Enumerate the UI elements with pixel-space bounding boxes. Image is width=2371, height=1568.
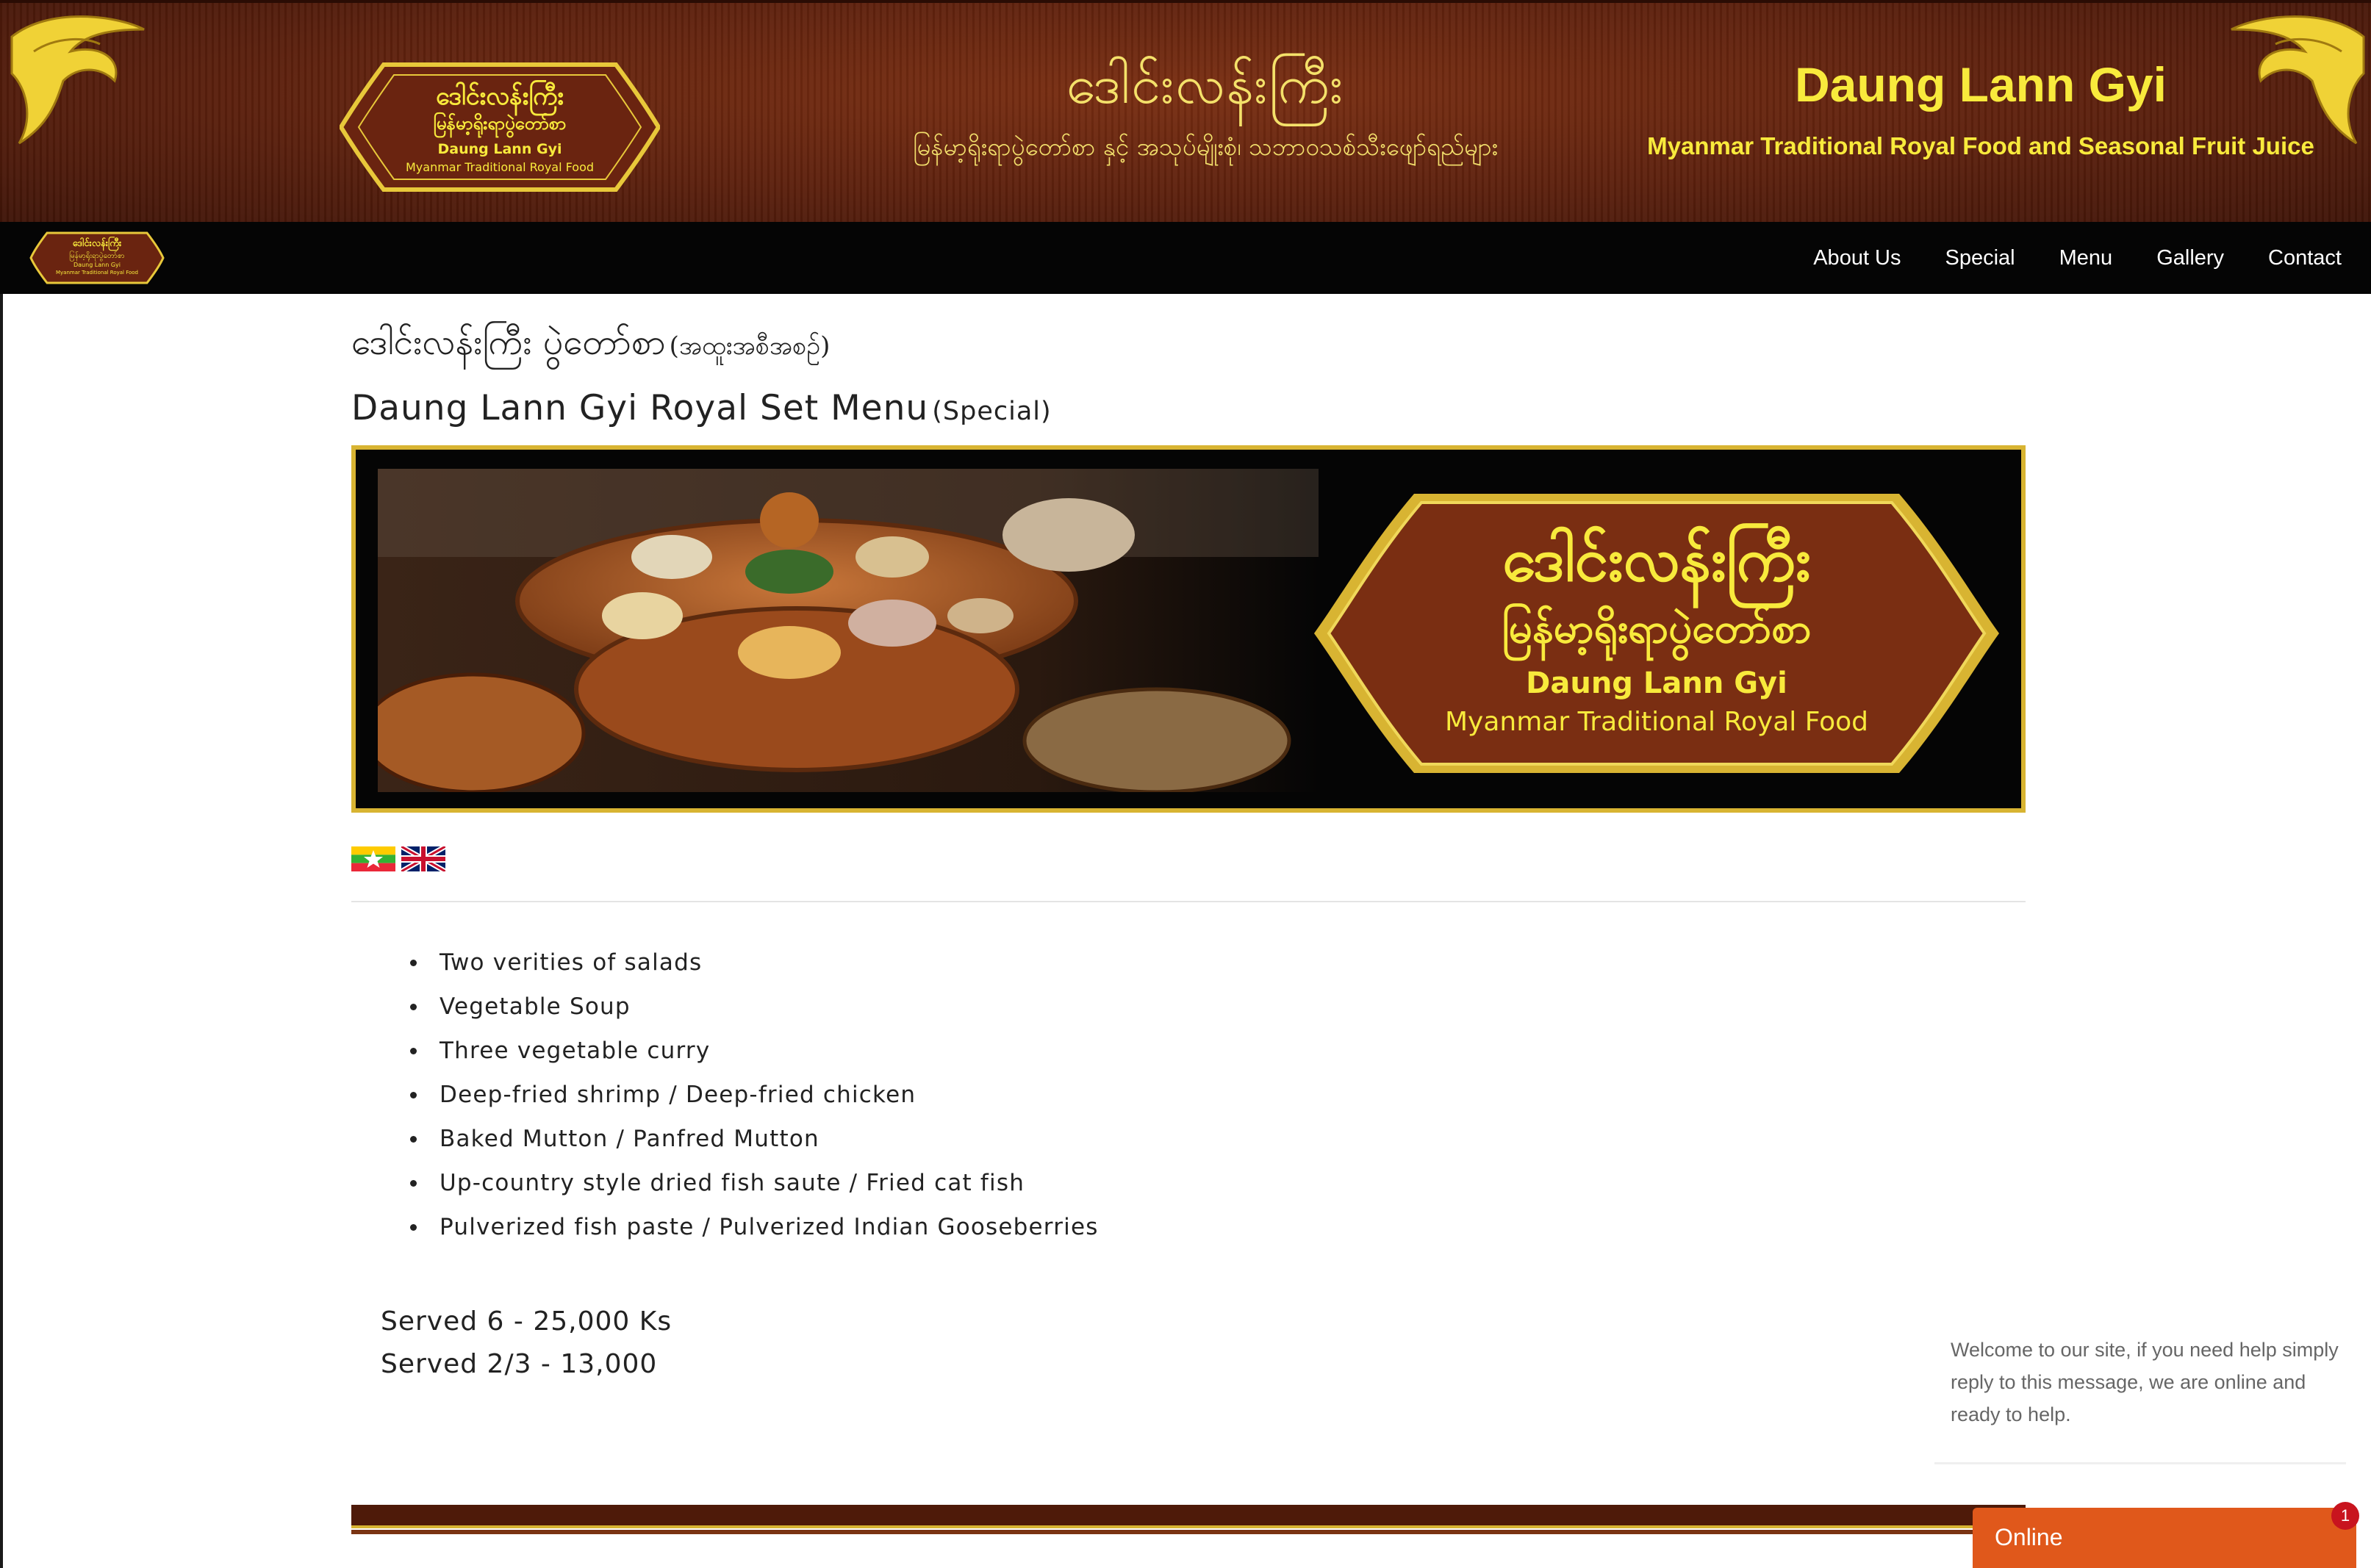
list-item: Two verities of salads — [410, 941, 1099, 985]
nav-item-contact[interactable]: Contact — [2268, 246, 2342, 270]
price-serves-2-3: Served 2/3 - 13,000 — [381, 1349, 658, 1379]
site-banner: ဒေါင်းလန်းကြီး မြန်မာ့ရိုးရာပွဲတော်စာ Da… — [0, 0, 2371, 225]
notification-badge: 1 — [2331, 1502, 2359, 1530]
divider — [351, 901, 2026, 902]
set-menu-list: Two verities of salads Vegetable Soup Th… — [410, 941, 1099, 1249]
chat-open-button[interactable]: Online — [1973, 1508, 2356, 1568]
list-item: Pulverized fish paste / Pulverized India… — [410, 1205, 1099, 1249]
list-item: Up-country style dried fish saute / Frie… — [410, 1161, 1099, 1205]
list-item: Vegetable Soup — [410, 985, 1099, 1029]
language-switcher — [351, 846, 445, 871]
en-heading-text: Daung Lann Gyi Royal Set Menu — [351, 388, 929, 428]
banner-mm-block: ဒေါင်းလန်းကြီး မြန်မာ့ရိုးရာပွဲတော်စာ နှ… — [838, 58, 1573, 168]
logo-en-subtitle: Myanmar Traditional Royal Food — [405, 160, 595, 174]
nav-bar: ဒေါင်းလန်းကြီး မြန်မာ့ရိုးရာပွဲတော်စာ Da… — [0, 222, 2371, 294]
nav-logo-en-title: Daung Lann Gyi — [73, 262, 121, 268]
list-item: Baked Mutton / Panfred Mutton — [410, 1117, 1099, 1161]
en-heading-suffix: (Special) — [932, 397, 1052, 426]
footer-decorative-bar — [351, 1505, 2026, 1534]
banner-en-subtitle: Myanmar Traditional Royal Food and Seaso… — [1647, 132, 2314, 159]
nav-item-gallery[interactable]: Gallery — [2156, 246, 2224, 270]
hero-mm-title: ဒေါင်းလန်းကြီး — [1502, 525, 1811, 595]
nav-links: About Us Special Menu Gallery Contact — [1769, 222, 2342, 294]
uk-flag-icon[interactable] — [401, 846, 445, 871]
logo-en-title: Daung Lann Gyi — [437, 141, 562, 157]
nav-logo-mm-subtitle: မြန်မာ့ရိုးရာပွဲတော်စာ — [69, 252, 125, 260]
mm-heading-text: ဒေါင်းလန်းကြီး ပွဲတော်စာ — [351, 322, 666, 363]
hero-logo-plaque: ဒေါင်းလန်းကြီး မြန်မာ့ရိုးရာပွဲတော်စာ Da… — [1311, 486, 2002, 780]
chat-status-label: Online — [1995, 1524, 2063, 1550]
nav-logo-en-subtitle: Myanmar Traditional Royal Food — [55, 270, 138, 276]
mm-heading-suffix: (အထူးအစီအစဉ်) — [669, 331, 831, 361]
banner-mm-subtitle: မြန်မာ့ရိုးရာပွဲတော်စာ နှင့် အသုပ်မျိုးစ… — [912, 132, 1499, 161]
banner-mm-title: ဒေါင်းလန်းကြီး — [1066, 54, 1345, 115]
logo-mm-subtitle: မြန်မာ့ရိုးရာပွဲတော်စာ — [433, 113, 567, 134]
nav-item-about-us[interactable]: About Us — [1813, 246, 1901, 270]
price-serves-6: Served 6 - 25,000 Ks — [381, 1306, 672, 1337]
list-item: Deep-fried shrimp / Deep-fried chicken — [410, 1073, 1099, 1117]
page-title: Daung Lann Gyi Royal Set Menu (Special) — [351, 388, 1052, 428]
hero-en-title: Daung Lann Gyi — [1526, 666, 1787, 700]
banner-en-block: Daung Lann Gyi Myanmar Traditional Royal… — [1639, 60, 2322, 160]
nav-logo-mm-title: ဒေါင်းလန်းကြီး — [72, 238, 122, 249]
mm-page-title: ဒေါင်းလန်းကြီး ပွဲတော်စာ (အထူးအစီအစဉ်) — [351, 320, 830, 372]
gold-ornament-icon — [10, 15, 145, 145]
banner-logo[interactable]: ဒေါင်းလန်းကြီး မြန်မာ့ရိုးရာပွဲတော်စာ Da… — [340, 59, 660, 195]
hero-banner-image: ဒေါင်းလန်းကြီး မြန်မာ့ရိုးရာပွဲတော်စာ Da… — [351, 445, 2026, 813]
hero-mm-subtitle: မြန်မာ့ရိုးရာပွဲတော်စာ — [1502, 605, 1812, 652]
myanmar-flag-icon[interactable] — [351, 846, 395, 871]
page-edge — [0, 294, 3, 1568]
chat-divider — [1934, 1462, 2346, 1464]
banner-en-title: Daung Lann Gyi — [1794, 57, 2167, 112]
royal-food-photo — [378, 469, 1319, 792]
hero-en-subtitle: Myanmar Traditional Royal Food — [1444, 707, 1869, 737]
nav-logo[interactable]: ဒေါင်းလန်းကြီး မြန်မာ့ရိုးရာပွဲတော်စာ Da… — [29, 231, 165, 285]
nav-item-special[interactable]: Special — [1945, 246, 2015, 270]
chat-welcome-message: Welcome to our site, if you need help si… — [1951, 1339, 2339, 1425]
list-item: Three vegetable curry — [410, 1029, 1099, 1073]
nav-item-menu[interactable]: Menu — [2059, 246, 2113, 270]
